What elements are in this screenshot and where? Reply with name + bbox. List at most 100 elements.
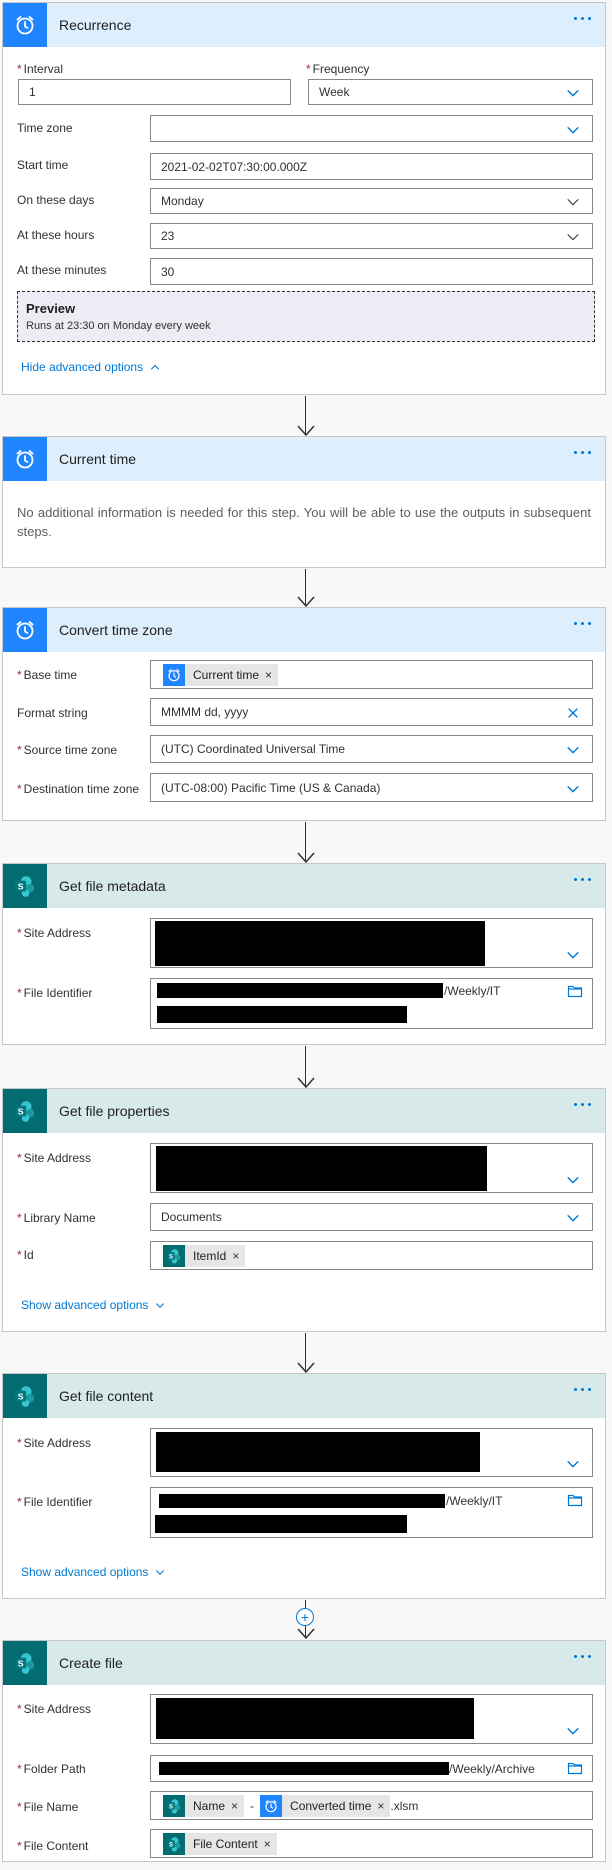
metadata-header[interactable]: Get file metadata	[3, 864, 605, 908]
format-string-label: Format string	[17, 706, 88, 720]
sharepoint-icon	[3, 1089, 47, 1133]
start-time-input[interactable]: 2021-02-02T07:30:00.000Z	[150, 153, 593, 180]
show-advanced-options-link[interactable]: Show advanced options	[21, 1298, 166, 1312]
sharepoint-icon	[3, 864, 47, 908]
file-identifier-input[interactable]: /Weekly/IT	[150, 978, 593, 1029]
content-header[interactable]: Get file content	[3, 1374, 605, 1418]
sharepoint-icon	[163, 1832, 185, 1855]
chevron-down-icon	[566, 123, 580, 137]
chevron-down-icon	[566, 1173, 580, 1187]
more-options-icon[interactable]	[574, 1103, 591, 1106]
more-options-icon[interactable]	[574, 1388, 591, 1391]
library-name-label: * Library Name	[17, 1211, 96, 1225]
chevron-down-icon	[566, 1457, 580, 1471]
arrow-icon	[297, 1628, 315, 1640]
folder-icon[interactable]	[567, 1492, 583, 1508]
remove-token-icon[interactable]: ×	[265, 668, 278, 682]
chevron-down-icon	[566, 86, 580, 100]
format-string-input[interactable]: MMMM dd, yyyy	[150, 698, 593, 726]
convert-header[interactable]: Convert time zone	[3, 608, 605, 652]
hours-label: At these hours	[17, 228, 95, 242]
destination-time-zone-select[interactable]: (UTC-08:00) Pacific Time (US & Canada)	[150, 773, 593, 802]
get-file-metadata-card: Get file metadata * Site Address * File Id…	[2, 863, 606, 1045]
hours-select[interactable]: 23	[150, 223, 593, 249]
site-address-select[interactable]	[150, 1694, 593, 1744]
remove-token-icon[interactable]: ×	[231, 1799, 244, 1813]
more-options-icon[interactable]	[574, 1655, 591, 1658]
redacted-block	[155, 921, 485, 966]
redacted-block	[156, 1432, 480, 1472]
create-header[interactable]: Create file	[3, 1641, 605, 1685]
redacted-block	[159, 1494, 445, 1508]
current-time-header[interactable]: Current time	[3, 437, 605, 481]
more-options-icon[interactable]	[574, 622, 591, 625]
converted-time-token[interactable]: Converted time ×	[260, 1794, 391, 1817]
more-options-icon[interactable]	[574, 451, 591, 454]
chevron-down-icon	[566, 230, 580, 244]
add-step-button[interactable]: +	[296, 1608, 314, 1626]
timezone-select[interactable]	[150, 115, 593, 142]
folder-icon[interactable]	[567, 1760, 583, 1776]
card-title: Current time	[59, 451, 137, 467]
convert-time-zone-card: Convert time zone * Base time Current tim…	[2, 607, 606, 821]
folder-icon[interactable]	[567, 983, 583, 999]
remove-token-icon[interactable]: ×	[232, 1249, 245, 1263]
current-time-info: No additional information is needed for …	[17, 505, 591, 539]
file-name-input[interactable]: Name × - Converted time × .xlsm	[150, 1791, 593, 1820]
sharepoint-icon	[163, 1794, 185, 1817]
site-address-select[interactable]	[150, 918, 593, 968]
frequency-label: * Frequency	[306, 62, 370, 76]
remove-token-icon[interactable]: ×	[264, 1837, 277, 1851]
show-advanced-options-link[interactable]: Show advanced options	[21, 1565, 166, 1579]
site-address-label: * Site Address	[17, 1151, 92, 1165]
card-title: Create file	[59, 1655, 123, 1671]
destination-time-zone-label: * Destination time zone	[17, 782, 140, 796]
remove-token-icon[interactable]: ×	[377, 1799, 390, 1813]
chevron-down-icon	[566, 948, 580, 962]
itemid-token[interactable]: ItemId ×	[163, 1244, 246, 1267]
clock-icon	[3, 437, 47, 481]
sharepoint-icon	[3, 1641, 47, 1685]
hide-advanced-options-link[interactable]: Hide advanced options	[21, 360, 161, 374]
preview-text: Runs at 23:30 on Monday every week	[26, 320, 211, 332]
site-address-select[interactable]	[150, 1428, 593, 1477]
base-time-input[interactable]: Current time ×	[150, 660, 593, 689]
base-time-label: * Base time	[17, 668, 78, 682]
folder-path-input[interactable]: /Weekly/Archive	[150, 1755, 593, 1782]
days-select[interactable]: Monday	[150, 188, 593, 214]
sharepoint-icon	[163, 1244, 185, 1267]
folder-path-label: * Folder Path	[17, 1762, 86, 1776]
minutes-input[interactable]: 30	[150, 258, 593, 285]
more-options-icon[interactable]	[574, 17, 591, 20]
start-time-label: Start time	[17, 158, 69, 172]
library-name-select[interactable]: Documents	[150, 1203, 593, 1231]
file-content-input[interactable]: File Content ×	[150, 1829, 593, 1858]
id-input[interactable]: ItemId ×	[150, 1241, 593, 1270]
properties-header[interactable]: Get file properties	[3, 1089, 605, 1133]
site-address-label: * Site Address	[17, 1436, 92, 1450]
clear-icon[interactable]	[566, 706, 580, 720]
chevron-down-icon	[566, 1211, 580, 1225]
file-content-token[interactable]: File Content ×	[163, 1832, 277, 1855]
interval-input[interactable]: 1	[18, 79, 291, 105]
card-title: Get file properties	[59, 1103, 170, 1119]
name-token[interactable]: Name ×	[163, 1794, 245, 1817]
source-time-zone-select[interactable]: (UTC) Coordinated Universal Time	[150, 735, 593, 763]
redacted-block	[157, 1006, 407, 1023]
redacted-block	[157, 983, 443, 998]
frequency-select[interactable]: Week	[308, 79, 593, 105]
chevron-down-icon	[566, 743, 580, 757]
clock-icon	[163, 663, 185, 686]
source-time-zone-label: * Source time zone	[17, 743, 118, 757]
chevron-up-icon	[149, 361, 161, 373]
card-title: Recurrence	[59, 17, 132, 33]
redacted-block	[156, 1146, 487, 1191]
recurrence-header[interactable]: Recurrence	[3, 3, 605, 47]
site-address-select[interactable]	[150, 1143, 593, 1193]
redacted-block	[159, 1762, 449, 1775]
create-file-card: Create file * Site Address * Folder Path /…	[2, 1640, 606, 1862]
preview-box: Preview Runs at 23:30 on Monday every we…	[17, 291, 595, 342]
more-options-icon[interactable]	[574, 878, 591, 881]
current-time-token[interactable]: Current time ×	[163, 663, 279, 686]
file-identifier-input[interactable]: /Weekly/IT	[150, 1487, 593, 1538]
